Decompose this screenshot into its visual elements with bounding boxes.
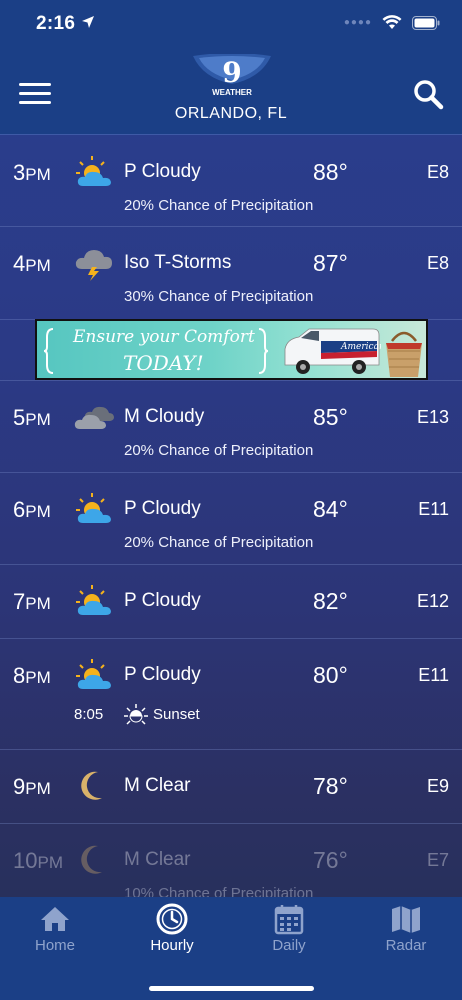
tab-hourly-label: Hourly (150, 937, 194, 954)
tab-hourly[interactable]: Hourly (122, 903, 222, 954)
row-wind: E9 (426, 776, 449, 796)
status-indicators: ●●●● (344, 15, 440, 30)
row-condition: P Cloudy (124, 161, 201, 182)
row-precipitation: 30% Chance of Precipitation (124, 288, 314, 305)
tab-radar-label: Radar (385, 937, 427, 954)
row-temperature: 85° (313, 404, 348, 430)
ad-brand: American (340, 342, 381, 352)
row-hour: 6PM (13, 497, 51, 522)
tab-home-label: Home (34, 937, 75, 954)
hourly-list: 3PM P Cloudy 88° E8 20% Chance of Precip… (0, 136, 462, 914)
ad-bracket-left (43, 328, 54, 374)
app-header: 9 WEATHER ORLANDO, FL (0, 50, 462, 135)
hourly-row[interactable]: 8PM P Cloudy 80° E11 8:05 Sunset (0, 639, 462, 750)
tab-daily[interactable]: Daily (239, 903, 339, 954)
row-precipitation: 20% Chance of Precipitation (124, 197, 314, 214)
row-temperature: 88° (313, 159, 348, 185)
row-wind: E8 (426, 162, 449, 182)
row-hour: 9PM (13, 774, 51, 799)
row-condition: Iso T-Storms (124, 252, 232, 273)
hourly-row[interactable]: 7PM P Cloudy 82° E12 (0, 565, 462, 639)
wifi-icon (382, 15, 402, 29)
row-temperature: 82° (313, 588, 348, 614)
row-wind: E12 (416, 591, 449, 611)
row-temperature: 78° (313, 773, 348, 799)
logo-word: WEATHER (212, 88, 252, 97)
row-condition: M Cloudy (124, 406, 205, 427)
row-wind: E11 (418, 665, 449, 685)
row-condition: M Clear (124, 775, 191, 796)
location-arrow-icon (82, 16, 94, 28)
hourly-row[interactable]: 4PM Iso T-Storms 87° E8 30% Chance of Pr… (0, 227, 462, 319)
row-wind: E11 (418, 499, 449, 519)
row-wind: E8 (426, 253, 449, 273)
tab-bar: Home Hourly Daily Radar (0, 897, 462, 1000)
row-wind: E13 (416, 407, 449, 427)
clock-icon (156, 903, 188, 935)
hourly-row[interactable]: 3PM P Cloudy 88° E8 20% Chance of Precip… (0, 136, 462, 227)
partly-cloudy-icon (76, 585, 111, 615)
row-temperature: 76° (313, 847, 348, 873)
location-title: ORLANDO, FL (174, 105, 288, 122)
sunset-icon (124, 704, 148, 725)
row-condition: P Cloudy (124, 590, 201, 611)
logo-number: 9 (222, 56, 241, 89)
ad-bracket-right (258, 328, 269, 374)
signal-icon: ●●●● (343, 17, 372, 28)
row-hour: 3PM (13, 160, 51, 185)
row-hour: 4PM (13, 251, 51, 276)
sunset-label: Sunset (153, 706, 200, 723)
row-hour: 7PM (13, 589, 51, 614)
row-wind: E7 (426, 850, 449, 870)
ad-subline: TODAY! (123, 351, 204, 375)
status-time: 2:16 (36, 13, 76, 34)
hourly-row[interactable]: 9PM M Clear 78° E9 (0, 750, 462, 824)
row-temperature: 80° (313, 662, 348, 688)
map-icon (392, 906, 420, 933)
ad-basket-image (386, 331, 422, 377)
row-condition: P Cloudy (124, 664, 201, 685)
ad-banner[interactable]: Ensure your Comfort TODAY! American (35, 319, 428, 380)
hamburger-icon (19, 83, 51, 86)
hourly-row[interactable]: 5PM M Cloudy 85° E13 20% Chance of Preci… (0, 381, 462, 473)
home-icon (41, 907, 69, 931)
row-hour: 5PM (13, 405, 51, 430)
menu-button[interactable] (19, 83, 51, 105)
hourly-row[interactable]: 6PM P Cloudy 84° E11 20% Chance of Preci… (0, 473, 462, 565)
moon-icon (81, 845, 102, 874)
ad-van-image: American (284, 328, 381, 374)
row-hour: 10PM (13, 848, 63, 873)
row-precipitation: 20% Chance of Precipitation (124, 442, 314, 459)
partly-cloudy-icon (76, 659, 111, 689)
search-icon[interactable] (412, 78, 444, 110)
tab-radar[interactable]: Radar (356, 903, 456, 954)
partly-cloudy-icon (76, 156, 111, 186)
status-bar: 2:16 ●●●● (0, 0, 462, 50)
row-precipitation: 20% Chance of Precipitation (124, 534, 314, 551)
ad-headline: Ensure your Comfort (73, 327, 255, 347)
row-hour: 8PM (13, 663, 51, 688)
row-temperature: 84° (313, 496, 348, 522)
mostly-cloudy-icon (74, 406, 114, 429)
tab-home[interactable]: Home (5, 903, 105, 954)
calendar-icon (274, 905, 304, 935)
tab-daily-label: Daily (272, 937, 306, 954)
battery-icon (412, 15, 440, 30)
partly-cloudy-icon (76, 493, 111, 523)
sunset-time: 8:05 (74, 706, 104, 723)
channel-9-logo: 9 WEATHER (193, 54, 271, 97)
moon-icon (81, 771, 102, 800)
row-condition: M Clear (124, 849, 191, 870)
row-temperature: 87° (313, 250, 348, 276)
row-condition: P Cloudy (124, 498, 201, 519)
thunderstorm-icon (75, 250, 112, 281)
home-indicator[interactable] (149, 986, 314, 991)
